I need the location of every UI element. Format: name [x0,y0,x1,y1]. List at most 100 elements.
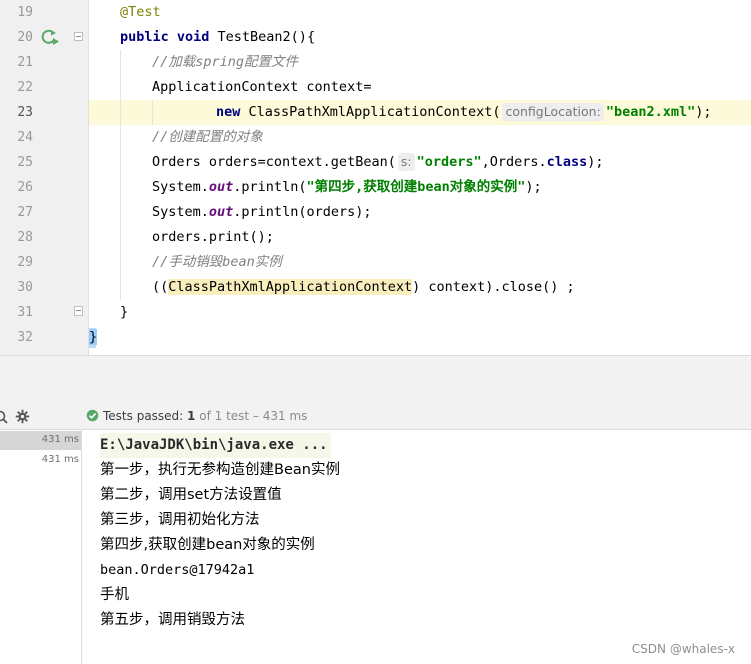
watermark: CSDN @whales-x [631,642,735,656]
search-icon[interactable] [0,409,8,428]
line-number: 30 [17,280,33,295]
gutter-row: 20 [0,25,88,50]
line-number: 20 [17,30,33,45]
console-line: 第五步，调用销毁方法 [100,612,245,628]
line-number: 21 [17,55,33,70]
tests-passed-detail: of 1 test – 431 ms [199,409,308,423]
code-line[interactable]: new ClassPathXmlApplicationContext(confi… [89,100,751,125]
parameter-hint: s: [397,153,415,171]
code-token: class [546,154,588,170]
code-token: System. [152,204,209,220]
code-token: ); [587,154,604,170]
code-token: orders.print(); [152,229,274,245]
code-token: "bean2.xml" [605,104,696,120]
indent-guide [120,275,121,300]
test-tree-row-testbean2[interactable]: 431 ms [0,451,81,470]
console-line: 第一步，执行无参构造创建Bean实例 [100,462,340,478]
indent-guide [120,175,121,200]
indent-guide [120,50,121,75]
test-tree-row-root[interactable]: 431 ms [0,431,81,450]
gutter-row: 29 [0,250,88,275]
indent-guide [120,100,121,125]
gutter-row: 30 [0,275,88,300]
line-number-gutter: 19 20 21 22 23 24 25 26 27 28 29 30 31 32 [0,0,88,355]
check-circle-icon [86,409,99,426]
gear-icon[interactable] [15,409,30,428]
line-number: 27 [17,205,33,220]
code-token: public void [120,29,210,45]
test-results-tree[interactable]: 431 ms 431 ms [0,430,82,664]
run-test-icon[interactable] [40,29,60,50]
code-token: .println( [233,179,307,195]
code-line[interactable]: //创建配置的对象 [89,125,751,150]
code-token: ClassPathXmlApplicationContext [168,279,413,295]
indent-guide [120,200,121,225]
fold-icon[interactable] [74,306,83,316]
code-token: out [208,179,234,195]
console-output[interactable]: E:\JavaJDK\bin\java.exe ... 第一步，执行无参构造创建… [83,430,751,664]
line-number: 29 [17,255,33,270]
gutter-row: 27 [0,200,88,225]
code-line[interactable]: } [89,325,751,350]
code-line[interactable]: ApplicationContext context= [89,75,751,100]
run-toolbar: Tests passed: 1 of 1 test – 431 ms [0,402,751,430]
code-token: ) context).close() ; [412,279,575,295]
code-line[interactable]: @Test [89,0,751,25]
fold-icon[interactable] [74,32,83,41]
test-duration: 431 ms [41,454,79,465]
code-line[interactable]: //加载spring配置文件 [89,50,751,75]
indent-guide [120,225,121,250]
code-line[interactable]: System.out.println("第四步,获取创建bean对象的实例"); [89,175,751,200]
indent-guide [152,100,153,125]
code-token: "orders" [416,154,482,170]
code-editor[interactable]: 19 20 21 22 23 24 25 26 27 28 29 30 31 32 @Test public… [0,0,751,355]
code-line[interactable]: Orders orders=context.getBean(s: "orders"… [89,150,751,175]
line-number: 23 [17,105,33,120]
code-token: ); [695,104,712,120]
line-number: 22 [17,80,33,95]
code-token: (( [152,279,169,295]
gutter-row: 25 [0,150,88,175]
line-number: 31 [17,305,33,320]
code-token: TestBean2(){ [209,29,316,45]
console-line: 第四步,获取创建bean对象的实例 [100,537,315,553]
code-token: "第四步,获取创建bean对象的实例" [306,179,526,195]
code-line[interactable]: orders.print(); [89,225,751,250]
code-token: new [216,104,241,120]
code-token: ApplicationContext context= [152,79,372,95]
gutter-row: 21 [0,50,88,75]
console-line: 第三步，调用初始化方法 [100,512,260,528]
indent-guide [120,150,121,175]
code-line[interactable]: public void TestBean2(){ [89,25,751,50]
code-line[interactable]: ((ClassPathXmlApplicationContext) contex… [89,275,751,300]
gutter-row: 23 [0,100,88,125]
line-number: 28 [17,230,33,245]
code-line[interactable]: System.out.println(orders); [89,200,751,225]
code-line[interactable]: //手动销毁bean实例 [89,250,751,275]
parameter-hint: configLocation: [502,103,604,121]
console-line: bean.Orders@17942a1 [100,562,255,578]
code-line[interactable]: } [89,300,751,325]
code-token: .println(orders); [233,204,372,220]
code-token: } [120,304,129,320]
code-token: ); [525,179,542,195]
code-token: } [89,329,98,345]
gutter-row: 22 [0,75,88,100]
console-command-line: E:\JavaJDK\bin\java.exe ... [100,433,331,458]
gutter-row: 31 [0,300,88,325]
code-token: ,Orders. [481,154,547,170]
code-token: System. [152,179,209,195]
indent-guide [120,125,121,150]
code-area[interactable]: @Test public void TestBean2(){ //加载spring配… [89,0,751,355]
gutter-row: 32 [0,325,88,350]
code-token: //加载spring配置文件 [152,54,299,70]
line-number: 32 [17,330,33,345]
test-duration: 431 ms [41,434,79,445]
tests-passed-count: 1 [187,409,196,423]
code-token: out [208,204,234,220]
gutter-row: 24 [0,125,88,150]
code-token: @Test [120,4,161,20]
line-number: 26 [17,180,33,195]
gutter-row: 28 [0,225,88,250]
console-line: 手机 [100,587,129,603]
